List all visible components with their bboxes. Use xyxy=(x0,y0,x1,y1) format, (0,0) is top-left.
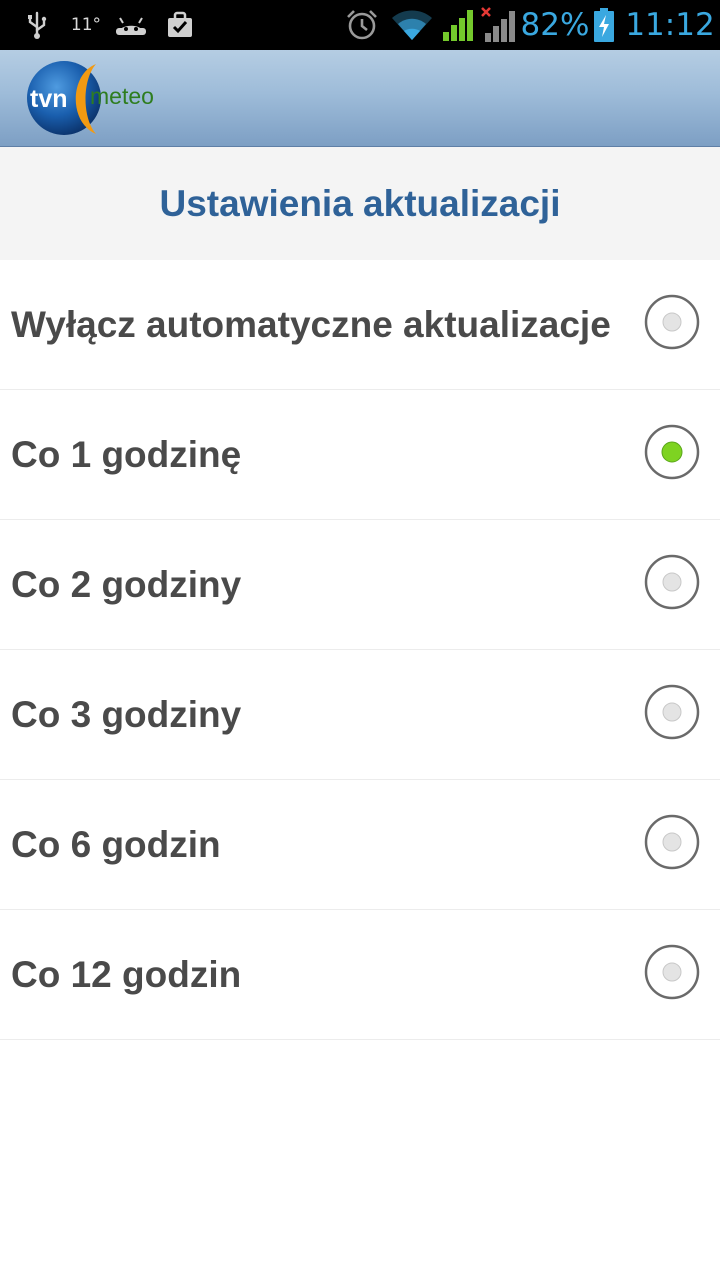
battery-percent: 82% xyxy=(520,7,590,43)
android-icon xyxy=(114,0,148,50)
option-every-2-hours[interactable]: Co 2 godziny xyxy=(0,520,720,650)
status-bar: 11° 82% 11:12 xyxy=(0,0,720,50)
app-header: tvn meteo xyxy=(0,50,720,147)
option-label: Co 2 godziny xyxy=(11,564,242,605)
svg-text:tvn: tvn xyxy=(30,85,68,113)
radio-unselected-icon[interactable] xyxy=(644,294,700,350)
temperature-indicator: 11° xyxy=(70,15,102,35)
option-label: Co 1 godzinę xyxy=(11,434,242,475)
signal-no-sim-icon xyxy=(480,0,518,50)
option-label: Co 6 godzin xyxy=(11,824,221,865)
alarm-icon xyxy=(344,0,380,50)
option-every-3-hours[interactable]: Co 3 godziny xyxy=(0,650,720,780)
option-disable-auto-updates[interactable]: Wyłącz automatyczne aktualizacje xyxy=(0,260,720,390)
battery-charging-icon xyxy=(592,0,616,50)
option-label: Co 3 godziny xyxy=(11,694,242,735)
option-every-1-hour[interactable]: Co 1 godzinę xyxy=(0,390,720,520)
radio-unselected-icon[interactable] xyxy=(644,944,700,1000)
wifi-icon xyxy=(390,0,434,50)
usb-icon xyxy=(22,0,52,50)
title-band: Ustawienia aktualizacji xyxy=(0,147,720,260)
briefcase-check-icon xyxy=(164,0,196,50)
radio-unselected-icon[interactable] xyxy=(644,684,700,740)
option-every-6-hours[interactable]: Co 6 godzin xyxy=(0,780,720,910)
option-every-12-hours[interactable]: Co 12 godzin xyxy=(0,910,720,1040)
page-title: Ustawienia aktualizacji xyxy=(159,182,561,224)
tvn-meteo-logo: tvn meteo xyxy=(24,56,174,140)
option-label: Wyłącz automatyczne aktualizacje xyxy=(11,304,611,345)
radio-unselected-icon[interactable] xyxy=(644,554,700,610)
option-label: Co 12 godzin xyxy=(11,954,242,995)
signal-icon xyxy=(440,0,476,50)
svg-text:meteo: meteo xyxy=(90,83,154,109)
clock: 11:12 xyxy=(625,7,715,43)
radio-selected-icon[interactable] xyxy=(644,424,700,480)
radio-unselected-icon[interactable] xyxy=(644,814,700,870)
update-frequency-options: Wyłącz automatyczne aktualizacje Co 1 go… xyxy=(0,260,720,1040)
